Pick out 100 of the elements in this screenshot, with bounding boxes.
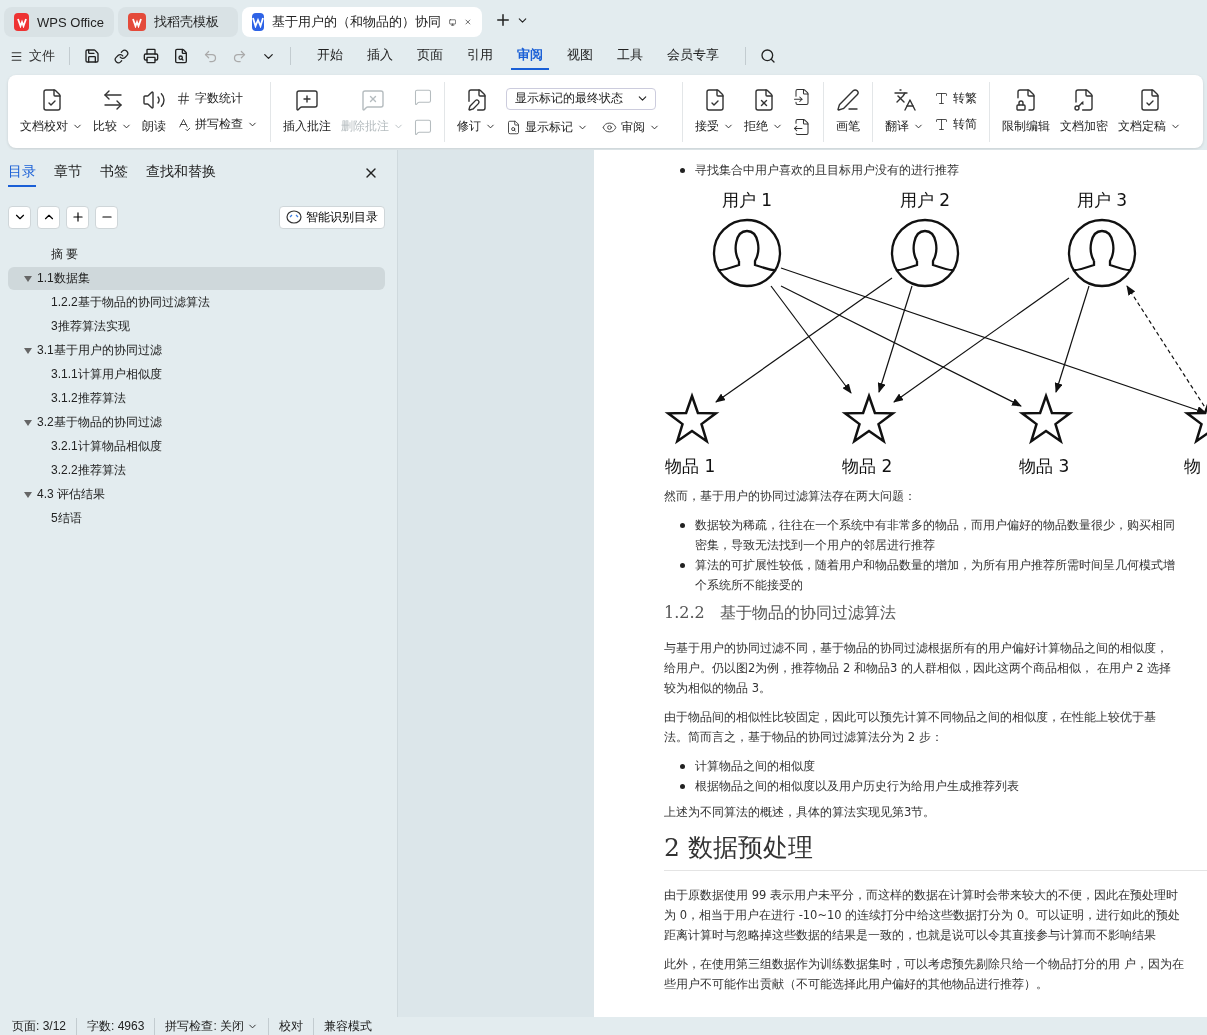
tab-title: WPS Office xyxy=(37,14,104,30)
toc-item[interactable]: 3.1.1计算用户相似度 xyxy=(8,363,385,386)
ribbon-button[interactable]: 转简 xyxy=(934,116,977,133)
paragraph-line: 由于原数据使用 99 表示用户未平分，而这样的数据在计算时会带来较大的不便，因此在预处理时 xyxy=(664,887,1179,904)
smart-scan-icon xyxy=(286,210,302,224)
expand-arrow-icon[interactable] xyxy=(24,347,32,354)
new-tab-icon[interactable] xyxy=(494,11,512,29)
ribbon-button[interactable]: 文档定稿 xyxy=(1118,88,1181,135)
menu-tab[interactable]: 页面 xyxy=(411,42,449,70)
paragraph-line: 与基于用户的协同过滤不同，基于物品的协同过滤根据所有的用户偏好计算物品之间的相似度， xyxy=(664,640,1169,657)
ribbon-button[interactable]: 字数统计 xyxy=(176,90,258,107)
menu-tab[interactable]: 审阅 xyxy=(511,42,549,70)
bullet-text: 寻找集合中用户喜欢的且目标用户没有的进行推荐 xyxy=(695,162,959,179)
panel-tab[interactable]: 查找和替换 xyxy=(146,159,216,187)
paragraph-line: 然而，基于用户的协同过滤算法存在两大问题： xyxy=(664,488,917,505)
status-item: 字数: 4963 xyxy=(77,1017,156,1035)
panel-tab[interactable]: 目录 xyxy=(8,159,36,187)
paragraph-line: 为 0，相当于用户在进行 -10~10 的连续打分中给这些数据打分为 0。可以证明，进行如此的预处 xyxy=(664,907,1182,924)
document-search-icon xyxy=(506,119,521,135)
panel-tab[interactable]: 书签 xyxy=(100,159,128,187)
item-label: 物品 1 xyxy=(665,456,716,476)
ribbon-button[interactable]: 显示标记 xyxy=(506,118,588,136)
toc-item[interactable]: 摘 要 xyxy=(8,243,385,266)
preview-icon[interactable] xyxy=(173,48,189,64)
ribbon-button[interactable]: 插入批注 xyxy=(283,88,331,135)
menu-tab[interactable]: 引用 xyxy=(461,42,499,70)
paragraph-line: 法。简而言之，基于物品的协同过滤算法分为 2 步： xyxy=(664,729,944,746)
app-tab[interactable]: 基于用户的（和物品的）协同 xyxy=(242,7,482,37)
ribbon-button[interactable]: 文档加密 xyxy=(1060,88,1108,135)
toc-item[interactable]: 4.3 评估结果 xyxy=(8,483,385,506)
toc-item[interactable]: 5结语 xyxy=(8,507,385,530)
status-item[interactable]: 拼写检查: 关闭 xyxy=(155,1017,270,1035)
expand-arrow-icon[interactable] xyxy=(24,275,32,282)
app-tab[interactable]: WPS Office xyxy=(4,7,114,37)
toc-item[interactable]: 3.2基于物品的协同过滤 xyxy=(8,411,385,434)
ribbon-button[interactable]: 画笔 xyxy=(836,88,860,135)
markup-select[interactable]: 显示标记的最终状态 xyxy=(506,87,656,110)
ribbon-button[interactable]: 审阅 xyxy=(602,118,660,136)
toc-item[interactable]: 1.2.2基于物品的协同过滤算法 xyxy=(8,291,385,314)
spellcheck-icon xyxy=(176,117,191,132)
ribbon-button[interactable]: 翻译 xyxy=(885,88,924,135)
menu-tab[interactable]: 视图 xyxy=(561,42,599,70)
bullet-text: 数据较为稀疏，往往在一个系统中有非常多的物品，而用户偏好的物品数量很少，购买相同 xyxy=(695,517,1175,534)
ribbon-button[interactable]: 文档校对 xyxy=(20,88,83,135)
pen-icon xyxy=(836,88,860,112)
bullet-text: 根据物品之间的相似度以及用户历史行为给用户生成推荐列表 xyxy=(695,778,1019,795)
expand-button[interactable] xyxy=(37,205,60,229)
document-lock-icon xyxy=(1014,88,1038,112)
ribbon-button[interactable]: 比较 xyxy=(93,88,132,135)
ribbon-button[interactable]: 限制编辑 xyxy=(1002,88,1050,135)
toc-item[interactable]: 3推荐算法实现 xyxy=(8,315,385,338)
expand-arrow-icon[interactable] xyxy=(24,491,32,498)
menu-tab[interactable]: 会员专享 xyxy=(661,42,725,70)
comment-icon xyxy=(414,87,432,106)
file-menu[interactable]: 文件 xyxy=(10,47,55,65)
menu-tab[interactable]: 开始 xyxy=(311,42,349,70)
app-tab[interactable]: 找稻壳模板 xyxy=(118,7,238,37)
paragraph-line: 较为相似的物品 3。 xyxy=(664,680,772,697)
item-label: 物品 2 xyxy=(842,456,893,476)
user-label: 用户 2 xyxy=(899,190,951,210)
speaker-icon xyxy=(142,88,166,112)
chapter-heading: 2 数据预处理 xyxy=(664,831,1207,871)
collapse-button[interactable] xyxy=(8,205,31,229)
bullet-icon xyxy=(680,764,685,769)
paragraph-line: 些用户不可能作出贡献（不可能选择此用户偏好的其他物品进行推荐）。 xyxy=(664,976,1049,993)
menu-tab[interactable]: 工具 xyxy=(611,42,649,70)
ribbon-button[interactable]: 朗读 xyxy=(142,88,166,135)
smart-toc-button[interactable]: 智能识别目录 xyxy=(279,205,385,229)
item-label: 物品 3 xyxy=(1019,456,1070,476)
toc-item[interactable]: 3.1基于用户的协同过滤 xyxy=(8,339,385,362)
text-icon xyxy=(934,117,949,132)
paragraph-line: 由于物品间的相似性比较固定，因此可以预先计算不同物品之间的相似度，在性能上较优于基 xyxy=(664,709,1157,726)
bullet-text: 个系统所不能接受的 xyxy=(695,577,804,594)
bullet-text: 算法的可扩展性较低，随着用户和物品数量的增加，为所有用户推荐所需时间呈几何模式增 xyxy=(695,557,1175,574)
panel-tab[interactable]: 章节 xyxy=(54,159,82,187)
print-icon[interactable] xyxy=(143,48,159,64)
search-icon[interactable] xyxy=(760,48,776,64)
toc-item[interactable]: 3.1.2推荐算法 xyxy=(8,387,385,410)
ribbon-button[interactable]: 转繁 xyxy=(934,90,977,107)
ribbon-button[interactable]: 拼写检查 xyxy=(176,116,258,133)
link-icon[interactable] xyxy=(114,48,129,64)
paragraph-line: 上述为不同算法的概述，具体的算法实现见第3节。 xyxy=(664,804,937,821)
paragraph-line: 距离计算时与忽略掉这些数据的结果是一致的，也就是说可以令其直接参与计算而不影响结果 xyxy=(664,927,1157,944)
section-heading: 1.2.2 基于物品的协同过滤算法 xyxy=(664,603,897,624)
add-button[interactable] xyxy=(66,205,89,229)
counter-icon xyxy=(176,91,191,106)
ribbon-button[interactable]: 接受 xyxy=(695,88,734,135)
paragraph-line: 给用户。仍以图2为例，推荐物品 2 和物品3 的人群相似，因此这两个商品相似， 在用户 2 选择 xyxy=(664,660,1173,677)
ribbon-button[interactable]: 拒绝 xyxy=(744,88,783,135)
expand-arrow-icon[interactable] xyxy=(24,419,32,426)
toc-item[interactable]: 1.1数据集 xyxy=(8,267,385,290)
toc-item[interactable]: 3.2.2推荐算法 xyxy=(8,459,385,482)
save-icon[interactable] xyxy=(84,48,100,64)
user-avatar-icon xyxy=(712,218,782,288)
remove-button[interactable] xyxy=(95,205,118,229)
menu-icon xyxy=(10,49,23,63)
toc-item[interactable]: 3.2.1计算物品相似度 xyxy=(8,435,385,458)
status-item: 页面: 3/12 xyxy=(12,1017,78,1035)
ribbon-button[interactable]: 修订 xyxy=(457,88,496,135)
menu-tab[interactable]: 插入 xyxy=(361,42,399,70)
